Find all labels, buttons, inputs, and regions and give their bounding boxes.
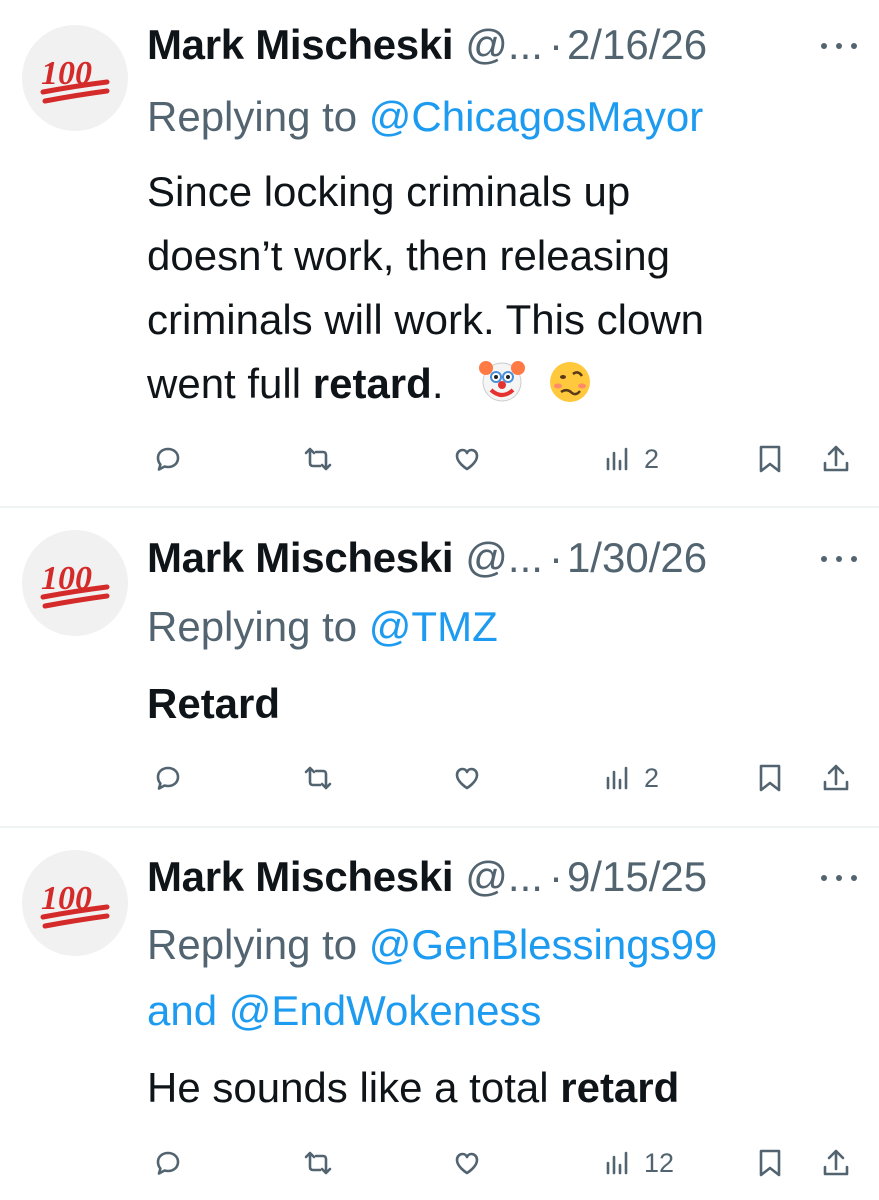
views-count: 2: [644, 443, 660, 474]
action-bar: 2: [0, 753, 879, 803]
replying-to-link[interactable]: @EndWokeness: [229, 987, 542, 1034]
views-icon: [606, 1151, 628, 1175]
text-span: He sounds like a total: [147, 1064, 561, 1111]
views-button[interactable]: 2: [600, 753, 659, 803]
views-button[interactable]: 2: [600, 434, 659, 484]
hundred-points-icon: 100: [40, 880, 110, 929]
woozy-face-icon: [545, 356, 595, 424]
repost-button[interactable]: [300, 753, 336, 803]
author-name[interactable]: Mark Mischeski: [147, 19, 454, 71]
tweet-text-line: He sounds like a total retard: [147, 1056, 839, 1120]
tweet-text: Retard: [147, 672, 839, 736]
text-span: .: [431, 360, 444, 407]
repost-button[interactable]: [300, 1138, 336, 1188]
replying-to-label: Replying to: [147, 93, 369, 140]
tweet-date[interactable]: 1/30/26: [567, 532, 707, 584]
bold-text: retard: [560, 1064, 680, 1111]
avatar[interactable]: 100: [22, 850, 128, 956]
views-icon: [606, 447, 628, 471]
views-icon: [606, 766, 628, 790]
share-button[interactable]: [818, 434, 854, 484]
bold-text: retard: [312, 360, 432, 407]
author-handle[interactable]: @...: [465, 19, 543, 71]
tweet-2[interactable]: 100 Mark Mischeski @... · 1/30/26 Replyi…: [0, 508, 879, 826]
views-count: 12: [644, 1147, 675, 1178]
more-options-icon[interactable]: [821, 549, 857, 569]
heart-icon: [455, 448, 479, 471]
replying-to-label: Replying to: [147, 603, 369, 650]
bookmark-button[interactable]: [752, 753, 788, 803]
bookmark-button[interactable]: [752, 434, 788, 484]
tweet-3[interactable]: 100 Mark Mischeski @... · 9/15/25 Replyi…: [0, 828, 879, 1200]
share-icon: [823, 445, 849, 472]
tweet-text-line: criminals will work. This clown: [147, 296, 704, 343]
avatar[interactable]: 100: [22, 25, 128, 131]
tweet-text-line: doesn’t work, then releasing: [147, 232, 670, 279]
like-button[interactable]: [449, 1138, 485, 1188]
reply-button[interactable]: [150, 753, 186, 803]
bold-text: Retard: [147, 680, 281, 727]
avatar[interactable]: 100: [22, 530, 128, 636]
tweet-header: Mark Mischeski @... · 2/16/26: [147, 19, 859, 71]
tweet-date[interactable]: 2/16/26: [567, 19, 707, 71]
hundred-points-icon: 100: [40, 560, 110, 609]
reply-icon: [156, 766, 180, 790]
repost-icon: [304, 1151, 332, 1175]
more-options-icon[interactable]: [821, 36, 857, 56]
heart-icon: [455, 767, 479, 790]
reply-icon: [156, 1151, 180, 1175]
replying-to-link[interactable]: @TMZ: [369, 603, 498, 650]
separator-dot: ·: [548, 21, 563, 68]
bookmark-icon: [759, 445, 781, 473]
author-name[interactable]: Mark Mischeski: [147, 851, 454, 903]
heart-icon: [455, 1152, 479, 1175]
action-bar: 12: [0, 1138, 879, 1188]
tweet-text: Since locking criminals up doesn’t work,…: [147, 160, 839, 424]
author-handle[interactable]: @...: [465, 532, 543, 584]
reply-button[interactable]: [150, 1138, 186, 1188]
hundred-points-icon: 100: [40, 55, 110, 104]
share-button[interactable]: [818, 1138, 854, 1188]
tweet-1[interactable]: 100 Mark Mischeski @... · 2/16/26 Replyi…: [0, 0, 879, 506]
replying-to-link[interactable]: @ChicagosMayor: [369, 93, 703, 140]
views-count: 2: [644, 762, 660, 793]
more-options-icon[interactable]: [821, 868, 857, 888]
replying-to-label: Replying to: [147, 921, 369, 968]
bookmark-button[interactable]: [752, 1138, 788, 1188]
replying-to-link[interactable]: @GenBlessings99: [369, 921, 718, 968]
replying-to: Replying to @ChicagosMayor: [147, 84, 859, 150]
tweet-text: He sounds like a total retard: [147, 1056, 839, 1120]
share-button[interactable]: [818, 753, 854, 803]
reply-button[interactable]: [150, 434, 186, 484]
like-button[interactable]: [449, 753, 485, 803]
action-bar: 2: [0, 434, 879, 484]
repost-icon: [304, 447, 332, 471]
share-icon: [823, 1149, 849, 1176]
author-handle[interactable]: @...: [465, 851, 543, 903]
share-icon: [823, 764, 849, 791]
views-button[interactable]: 12: [600, 1138, 674, 1188]
tweet-text-line: went full retard.: [147, 352, 839, 424]
replying-to: Replying to @TMZ: [147, 594, 859, 660]
tweet-header: Mark Mischeski @... · 1/30/26: [147, 532, 859, 584]
text-span: went full: [147, 360, 313, 407]
replying-to-and: and: [147, 987, 229, 1034]
tweet-text-line: Since locking criminals up: [147, 168, 631, 215]
repost-button[interactable]: [300, 434, 336, 484]
replying-to: Replying to @GenBlessings99 and @EndWoke…: [147, 912, 859, 1044]
separator-dot: ·: [548, 853, 563, 900]
bookmark-icon: [759, 764, 781, 792]
clown-face-icon: [477, 356, 527, 424]
repost-icon: [304, 766, 332, 790]
tweet-header: Mark Mischeski @... · 9/15/25: [147, 851, 859, 903]
reply-icon: [156, 447, 180, 471]
author-name[interactable]: Mark Mischeski: [147, 532, 454, 584]
bookmark-icon: [759, 1149, 781, 1177]
tweet-text-line: Retard: [147, 672, 839, 736]
like-button[interactable]: [449, 434, 485, 484]
tweet-date[interactable]: 9/15/25: [567, 851, 707, 903]
separator-dot: ·: [548, 534, 563, 581]
